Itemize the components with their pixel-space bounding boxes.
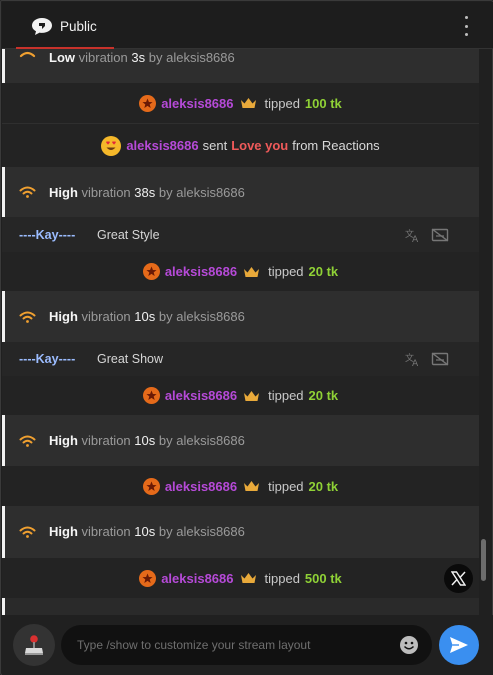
tip-action: tipped xyxy=(264,570,300,586)
send-button[interactable] xyxy=(439,625,479,665)
chat-text: Great Show xyxy=(97,352,164,366)
vibration-by: by aleksis8686 xyxy=(158,309,245,324)
vibration-level: High xyxy=(49,309,78,324)
tip-amount: 500 tk xyxy=(304,570,342,586)
hide-icon[interactable] xyxy=(431,352,449,366)
message-list[interactable]: Low vibration 3s by aleksis8686 aleksis8… xyxy=(2,49,479,615)
chat-text: Great Style xyxy=(97,228,160,242)
reaction-message: aleksis8686 sent Love you from Reactions xyxy=(2,124,479,167)
tip-username[interactable]: aleksis8686 xyxy=(165,388,237,403)
games-button[interactable] xyxy=(13,624,55,666)
crown-icon xyxy=(240,98,256,108)
tip-message: aleksis8686 tipped 500 tk xyxy=(2,558,479,598)
vibration-by: by aleksis8686 xyxy=(158,433,245,448)
coin-star-icon xyxy=(142,387,160,404)
vibration-icon xyxy=(19,186,36,198)
vibration-icon xyxy=(19,526,36,538)
tip-message: aleksis8686 tipped 100 tk xyxy=(2,83,479,124)
tip-amount: 20 tk xyxy=(308,264,339,279)
heart-eyes-emoji-icon xyxy=(101,135,122,156)
tip-username[interactable]: aleksis8686 xyxy=(161,571,233,586)
tip-action: tipped xyxy=(268,264,304,279)
scrollbar-thumb[interactable] xyxy=(481,539,486,581)
tip-action: tipped xyxy=(268,388,304,403)
chat-message: ----Kay---- Great Style 文 A xyxy=(2,217,479,252)
chat-input-container[interactable] xyxy=(61,625,432,665)
reaction-item: Love you xyxy=(231,138,289,153)
tab-public[interactable]: Public xyxy=(60,19,97,34)
vibration-by: by aleksis8686 xyxy=(148,50,235,65)
chat-username[interactable]: ----Kay---- xyxy=(19,228,75,242)
vibration-duration: 10s xyxy=(134,524,156,539)
crown-icon xyxy=(244,390,260,401)
vibration-message: High vibration 10s by aleksis8686 xyxy=(2,415,479,466)
vibration-word: vibration xyxy=(81,524,131,539)
translate-icon[interactable]: 文 A xyxy=(405,352,421,366)
joystick-icon xyxy=(25,635,43,655)
vibration-word: vibration xyxy=(81,185,131,200)
vibration-message: Low vibration 3s by aleksis8686 xyxy=(2,49,479,83)
vibration-word: vibration xyxy=(81,433,131,448)
svg-text:A: A xyxy=(412,235,419,242)
tip-amount: 20 tk xyxy=(308,388,339,403)
more-vertical-icon[interactable] xyxy=(460,16,472,36)
crown-icon xyxy=(240,573,256,583)
chat-bubble-icon xyxy=(32,18,52,35)
vibration-duration: 10s xyxy=(134,309,156,324)
reaction-from: from Reactions xyxy=(292,138,380,153)
vibration-icon xyxy=(19,51,36,58)
chat-username[interactable]: ----Kay---- xyxy=(19,352,75,366)
chat-footer xyxy=(2,615,493,675)
vibration-message-partial xyxy=(2,598,479,615)
tip-amount: 100 tk xyxy=(304,95,342,111)
tip-message: aleksis8686 tipped 20 tk xyxy=(2,466,479,506)
smiley-icon[interactable] xyxy=(399,635,419,655)
vibration-word: vibration xyxy=(78,50,128,65)
svg-text:A: A xyxy=(412,359,419,366)
coin-star-icon xyxy=(142,477,160,495)
reaction-username[interactable]: aleksis8686 xyxy=(126,138,198,153)
tip-username[interactable]: aleksis8686 xyxy=(165,479,237,494)
x-logo-icon xyxy=(451,571,466,586)
vibration-icon xyxy=(19,311,36,323)
vibration-duration: 38s xyxy=(134,185,156,200)
vibration-level: High xyxy=(49,185,78,200)
x-share-button[interactable] xyxy=(444,564,473,593)
crown-icon xyxy=(244,481,260,491)
coin-star-icon xyxy=(142,263,160,280)
crown-icon xyxy=(244,266,260,277)
tip-message: aleksis8686 tipped 20 tk xyxy=(2,252,479,291)
vibration-level: High xyxy=(49,433,78,448)
chat-panel: Public Low vibration 3s by aleksis8686 a… xyxy=(0,0,493,675)
chat-input[interactable] xyxy=(77,625,392,665)
vibration-by: by aleksis8686 xyxy=(158,185,245,200)
reaction-sent: sent xyxy=(202,138,228,153)
tip-amount: 20 tk xyxy=(308,478,339,494)
vibration-by: by aleksis8686 xyxy=(158,524,245,539)
vibration-icon xyxy=(19,435,36,447)
chat-message: ----Kay---- Great Show 文 A xyxy=(2,342,479,376)
vibration-message: High vibration 10s by aleksis8686 xyxy=(2,506,479,558)
vibration-message: High vibration 38s by aleksis8686 xyxy=(2,167,479,217)
coin-star-icon xyxy=(139,94,157,112)
translate-icon[interactable]: 文 A xyxy=(405,228,421,242)
tip-action: tipped xyxy=(268,478,304,494)
vibration-level: High xyxy=(49,524,78,539)
vibration-duration: 10s xyxy=(134,433,156,448)
send-icon xyxy=(450,637,468,653)
hide-icon[interactable] xyxy=(431,228,449,242)
tip-message: aleksis8686 tipped 20 tk xyxy=(2,376,479,415)
coin-star-icon xyxy=(139,569,157,587)
tip-username[interactable]: aleksis8686 xyxy=(165,264,237,279)
chat-header: Public xyxy=(2,2,493,49)
vibration-duration: 3s xyxy=(131,50,146,65)
vibration-word: vibration xyxy=(81,309,131,324)
vibration-level: Low xyxy=(49,50,75,65)
vibration-message: High vibration 10s by aleksis8686 xyxy=(2,291,479,342)
tip-username[interactable]: aleksis8686 xyxy=(161,96,233,111)
tip-action: tipped xyxy=(264,95,300,111)
